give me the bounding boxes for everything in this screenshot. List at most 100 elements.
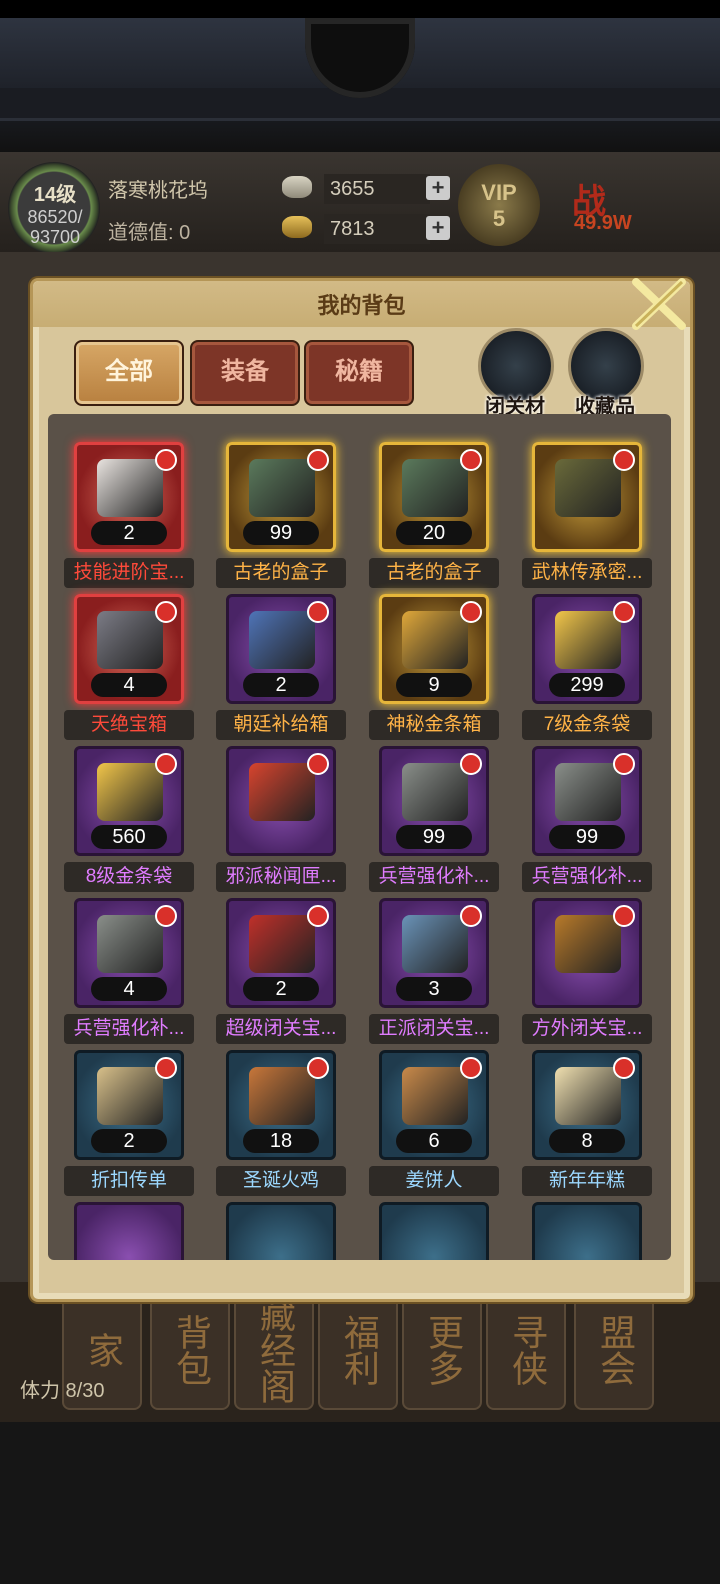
new-badge (613, 601, 635, 623)
new-badge (613, 449, 635, 471)
new-badge (155, 753, 177, 775)
bag-item[interactable]: 6 姜饼人 (369, 1050, 499, 1198)
temple-roof (0, 18, 720, 153)
item-name: 古老的盒子 (216, 558, 346, 588)
bag-item[interactable]: 2 超级闭关宝... (216, 898, 346, 1046)
silver-value: 3655 (324, 174, 430, 204)
new-badge (613, 753, 635, 775)
item-slot: 99 (379, 746, 489, 856)
bag-item[interactable]: 99 兵营强化补... (522, 746, 652, 894)
item-slot: 4 (74, 594, 184, 704)
item-quantity: 2 (91, 1129, 167, 1153)
category-collectibles[interactable]: 收藏品 (568, 328, 644, 419)
new-badge (155, 905, 177, 927)
close-icon[interactable] (628, 276, 690, 332)
bag-item[interactable]: 方外闭关宝... (522, 898, 652, 1046)
item-name: 神秘金条箱 (369, 710, 499, 740)
bag-item[interactable]: 9 神秘金条箱 (369, 594, 499, 742)
nav-library[interactable]: 藏经阁 (234, 1290, 314, 1410)
item-quantity: 99 (549, 825, 625, 849)
new-badge (460, 753, 482, 775)
item-slot (74, 1202, 184, 1260)
item-slot (532, 898, 642, 1008)
silver-icon (282, 176, 312, 198)
vip-badge[interactable]: VIP 5 (458, 164, 540, 246)
item-slot (532, 442, 642, 552)
tab-all[interactable]: 全部 (74, 340, 184, 406)
player-level: 14级 (33, 184, 77, 206)
item-quantity: 2 (91, 521, 167, 545)
bag-item[interactable]: 2 折扣传单 (64, 1050, 194, 1198)
item-icon (402, 763, 468, 821)
silver-counter: 3655 + (282, 174, 452, 204)
bag-item[interactable]: 4 天绝宝箱 (64, 594, 194, 742)
item-icon (402, 1067, 468, 1125)
bag-item[interactable]: 2 朝廷补给箱 (216, 594, 346, 742)
nav-bag[interactable]: 背包 (150, 1290, 230, 1410)
item-icon (555, 459, 621, 517)
item-icon (402, 459, 468, 517)
item-name: 方外闭关宝... (522, 1014, 652, 1044)
nav-more[interactable]: 更多 (402, 1290, 482, 1410)
bag-item[interactable]: 3 正派闭关宝... (369, 898, 499, 1046)
new-badge (613, 1057, 635, 1079)
new-badge (307, 449, 329, 471)
item-name: 折扣传单 (64, 1166, 194, 1196)
item-slot: 18 (226, 1050, 336, 1160)
new-badge (307, 905, 329, 927)
gold-icon (282, 216, 312, 238)
bag-item[interactable]: 99 兵营强化补... (369, 746, 499, 894)
bag-item[interactable]: 邪派秘闻匣... (216, 746, 346, 894)
item-quantity: 99 (396, 825, 472, 849)
bag-item[interactable]: 299 7级金条袋 (522, 594, 652, 742)
gold-value: 7813 (324, 214, 430, 244)
item-quantity: 18 (243, 1129, 319, 1153)
item-slot: 3 (379, 898, 489, 1008)
item-icon (97, 763, 163, 821)
bag-item-partial[interactable] (375, 1202, 493, 1260)
item-name: 8级金条袋 (64, 862, 194, 892)
tab-secret-books[interactable]: 秘籍 (304, 340, 414, 406)
item-slot: 9 (379, 594, 489, 704)
item-quantity: 560 (91, 825, 167, 849)
nav-welfare[interactable]: 福利 (318, 1290, 398, 1410)
item-name: 兵营强化补... (369, 862, 499, 892)
item-icon (555, 915, 621, 973)
item-quantity: 3 (396, 977, 472, 1001)
add-silver-button[interactable]: + (426, 176, 450, 200)
bottom-black-bar (0, 1422, 720, 1584)
item-grid[interactable]: 2 技能进阶宝... 99 古老的盒子 20 古老的盒子 武林传承密... 4 天绝宝箱 2 朝廷补… (48, 414, 671, 1260)
item-name: 邪派秘闻匣... (216, 862, 346, 892)
bag-item[interactable]: 560 8级金条袋 (64, 746, 194, 894)
bag-item[interactable]: 99 古老的盒子 (216, 442, 346, 590)
item-icon (249, 763, 315, 821)
bag-item-partial[interactable] (528, 1202, 646, 1260)
bag-item-partial[interactable] (222, 1202, 340, 1260)
item-icon (555, 763, 621, 821)
bag-item[interactable]: 20 古老的盒子 (369, 442, 499, 590)
add-gold-button[interactable]: + (426, 216, 450, 240)
bag-item-partial[interactable] (70, 1202, 188, 1260)
nav-alliance[interactable]: 盟会 (574, 1290, 654, 1410)
new-badge (460, 905, 482, 927)
item-quantity: 20 (396, 521, 472, 545)
bag-item[interactable]: 8 新年年糕 (522, 1050, 652, 1198)
new-badge (613, 905, 635, 927)
item-icon (97, 915, 163, 973)
item-quantity: 6 (396, 1129, 472, 1153)
item-slot: 99 (226, 442, 336, 552)
item-name: 兵营强化补... (64, 1014, 194, 1044)
item-slot: 299 (532, 594, 642, 704)
item-quantity: 2 (243, 977, 319, 1001)
tab-equipment[interactable]: 装备 (190, 340, 300, 406)
new-badge (460, 1057, 482, 1079)
moral-value: 道德值: 0 (108, 222, 191, 244)
bag-item[interactable]: 武林传承密... (522, 442, 652, 590)
bag-item[interactable]: 2 技能进阶宝... (64, 442, 194, 590)
bag-item[interactable]: 18 圣诞火鸡 (216, 1050, 346, 1198)
nav-find-hero[interactable]: 寻侠 (486, 1290, 566, 1410)
item-slot (226, 1202, 336, 1260)
item-quantity: 9 (396, 673, 472, 697)
bag-item[interactable]: 4 兵营强化补... (64, 898, 194, 1046)
item-icon (249, 459, 315, 517)
